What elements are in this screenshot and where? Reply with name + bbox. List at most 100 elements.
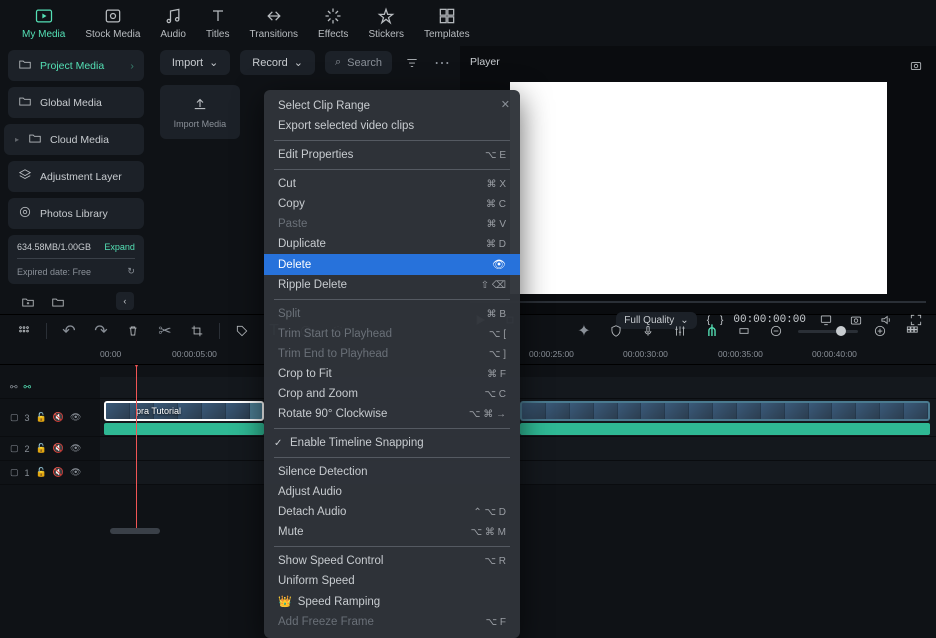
video-clip[interactable]: pra Tutorial [104, 401, 264, 421]
grid-view-icon[interactable] [902, 321, 922, 341]
more-icon[interactable]: ⋯ [432, 53, 452, 73]
menu-item-crop-to-fit[interactable]: Crop to Fit⌘ F [264, 364, 520, 384]
menu-item-enable-timeline-snapping[interactable]: ✓Enable Timeline Snapping [264, 433, 520, 453]
linked-icon[interactable]: ⚯ [24, 382, 32, 393]
tab-effects[interactable]: Effects [308, 6, 358, 40]
tab-stock-media[interactable]: Stock Media [75, 6, 150, 40]
snapshot-settings-icon[interactable] [906, 56, 926, 76]
link-icon[interactable]: ⚯ [10, 382, 18, 393]
split-icon[interactable]: ✂ [155, 321, 175, 341]
tree-cloud-media[interactable]: ▸ Cloud Media [4, 124, 144, 155]
marker-icon[interactable]: ✦ [574, 321, 594, 341]
menu-item-mute[interactable]: Mute⌥ ⌘ M [264, 522, 520, 542]
tab-stickers[interactable]: Stickers [358, 6, 414, 40]
menu-item-label: Trim Start to Playhead [278, 328, 392, 340]
filter-icon[interactable] [402, 53, 422, 73]
menu-item-label: Duplicate [278, 238, 326, 250]
search-input[interactable]: ⌕ Search [325, 51, 392, 74]
track-number: 3 [25, 413, 30, 423]
refresh-icon[interactable]: ↻ [127, 266, 135, 277]
menu-item-speed-ramping[interactable]: 👑Speed Ramping [264, 591, 520, 612]
import-dropdown[interactable]: Import ⌄ [160, 50, 230, 75]
collapse-sidebar-button[interactable]: ‹ [116, 292, 134, 310]
zoom-out-icon[interactable] [766, 321, 786, 341]
menu-item-label: Rotate 90° Clockwise [278, 408, 387, 420]
options-icon[interactable] [14, 321, 34, 341]
redo-icon[interactable]: ↷ [91, 321, 111, 341]
tab-titles[interactable]: Titles [196, 6, 240, 40]
menu-item-trim-start-to-playhead: Trim Start to Playhead ⌥ [ [264, 324, 520, 344]
tab-label: Transitions [250, 29, 299, 40]
ruler-tick: 00:00 [100, 349, 121, 359]
tab-audio[interactable]: Audio [150, 6, 196, 40]
menu-item-paste: Paste⌘ V [264, 214, 520, 234]
lock-icon[interactable]: 🔓 [36, 443, 47, 454]
audio-clip[interactable] [104, 423, 264, 435]
menu-item-duplicate[interactable]: Duplicate⌘ D [264, 234, 520, 254]
lock-icon[interactable]: 🔓 [36, 467, 47, 478]
shield-icon[interactable] [606, 321, 626, 341]
tree-global-media[interactable]: Global Media [8, 87, 144, 118]
menu-item-show-speed-control[interactable]: Show Speed Control⌥ R [264, 551, 520, 571]
new-bin-icon[interactable] [48, 292, 68, 312]
insert-icon[interactable] [734, 321, 754, 341]
zoom-in-icon[interactable] [870, 321, 890, 341]
menu-item-rotate-90-clockwise[interactable]: Rotate 90° Clockwise⌥ ⌘ → [264, 404, 520, 424]
menu-item-copy[interactable]: Copy⌘ C [264, 194, 520, 214]
eye-icon[interactable]: 👁 [70, 443, 81, 454]
eye-icon[interactable]: 👁 [70, 467, 81, 478]
zoom-slider[interactable] [798, 330, 858, 333]
toggle-icon[interactable]: ▢ [10, 443, 19, 454]
record-label: Record [252, 57, 287, 69]
menu-item-cut[interactable]: Cut⌘ X [264, 174, 520, 194]
mixer-icon[interactable] [670, 321, 690, 341]
menu-item-uniform-speed[interactable]: Uniform Speed [264, 571, 520, 591]
menu-item-edit-properties[interactable]: Edit Properties⌥ E [264, 145, 520, 165]
video-clip-2[interactable] [520, 401, 930, 421]
lock-icon[interactable]: 🔓 [36, 412, 47, 423]
tree-label: Photos Library [40, 208, 108, 220]
tab-templates[interactable]: Templates [414, 6, 480, 40]
mute-active-icon[interactable]: 🔇 [53, 467, 64, 478]
tree-project-media[interactable]: Project Media › [8, 50, 144, 81]
tag-icon[interactable] [232, 321, 252, 341]
media-icon [34, 6, 54, 26]
menu-item-adjust-audio[interactable]: Adjust Audio [264, 482, 520, 502]
tab-my-media[interactable]: My Media [12, 6, 75, 40]
menu-shortcut: ⌥ [ [489, 329, 506, 340]
menu-item-select-clip-range[interactable]: Select Clip Range [264, 96, 520, 116]
close-menu-button[interactable]: ✕ [501, 98, 510, 111]
delete-icon[interactable] [123, 321, 143, 341]
toggle-icon[interactable]: ▢ [10, 467, 19, 478]
preview-canvas[interactable] [510, 82, 887, 294]
toggle-icon[interactable]: ▢ [10, 412, 19, 423]
import-media-tile[interactable]: Import Media [160, 85, 240, 139]
magnet-icon[interactable]: ⋔ [702, 321, 722, 341]
mute-icon[interactable]: 🔇 [53, 412, 64, 423]
import-label: Import [172, 57, 203, 69]
menu-item-export-selected-video-clips[interactable]: Export selected video clips [264, 116, 520, 136]
menu-item-silence-detection[interactable]: Silence Detection [264, 462, 520, 482]
mic-icon[interactable] [638, 321, 658, 341]
mute-icon[interactable]: 🔇 [53, 443, 64, 454]
new-folder-icon[interactable] [18, 292, 38, 312]
audio-clip-2[interactable] [520, 423, 930, 435]
record-dropdown[interactable]: Record ⌄ [240, 50, 315, 75]
crown-icon: 👑 [278, 595, 292, 608]
menu-item-detach-audio[interactable]: Detach Audio⌃ ⌥ D [264, 502, 520, 522]
tree-label: Global Media [40, 97, 102, 109]
menu-item-delete[interactable]: Delete👁 [264, 254, 520, 275]
expand-storage-link[interactable]: Expand [104, 242, 135, 252]
undo-icon[interactable]: ↶ [59, 321, 79, 341]
caret-icon: ▸ [14, 135, 20, 144]
menu-item-crop-and-zoom[interactable]: Crop and Zoom⌥ C [264, 384, 520, 404]
tab-transitions[interactable]: Transitions [240, 6, 309, 40]
context-menu: ✕ Select Clip Range Export selected video… [264, 90, 520, 638]
playhead[interactable] [136, 365, 137, 528]
menu-item-label: Export selected video clips [278, 120, 414, 132]
menu-item-ripple-delete[interactable]: Ripple Delete⇧ ⌫ [264, 275, 520, 295]
eye-icon[interactable]: 👁 [70, 412, 81, 423]
tree-adjustment-layer[interactable]: Adjustment Layer [8, 161, 144, 192]
crop-icon[interactable] [187, 321, 207, 341]
tree-photos-library[interactable]: Photos Library [8, 198, 144, 229]
